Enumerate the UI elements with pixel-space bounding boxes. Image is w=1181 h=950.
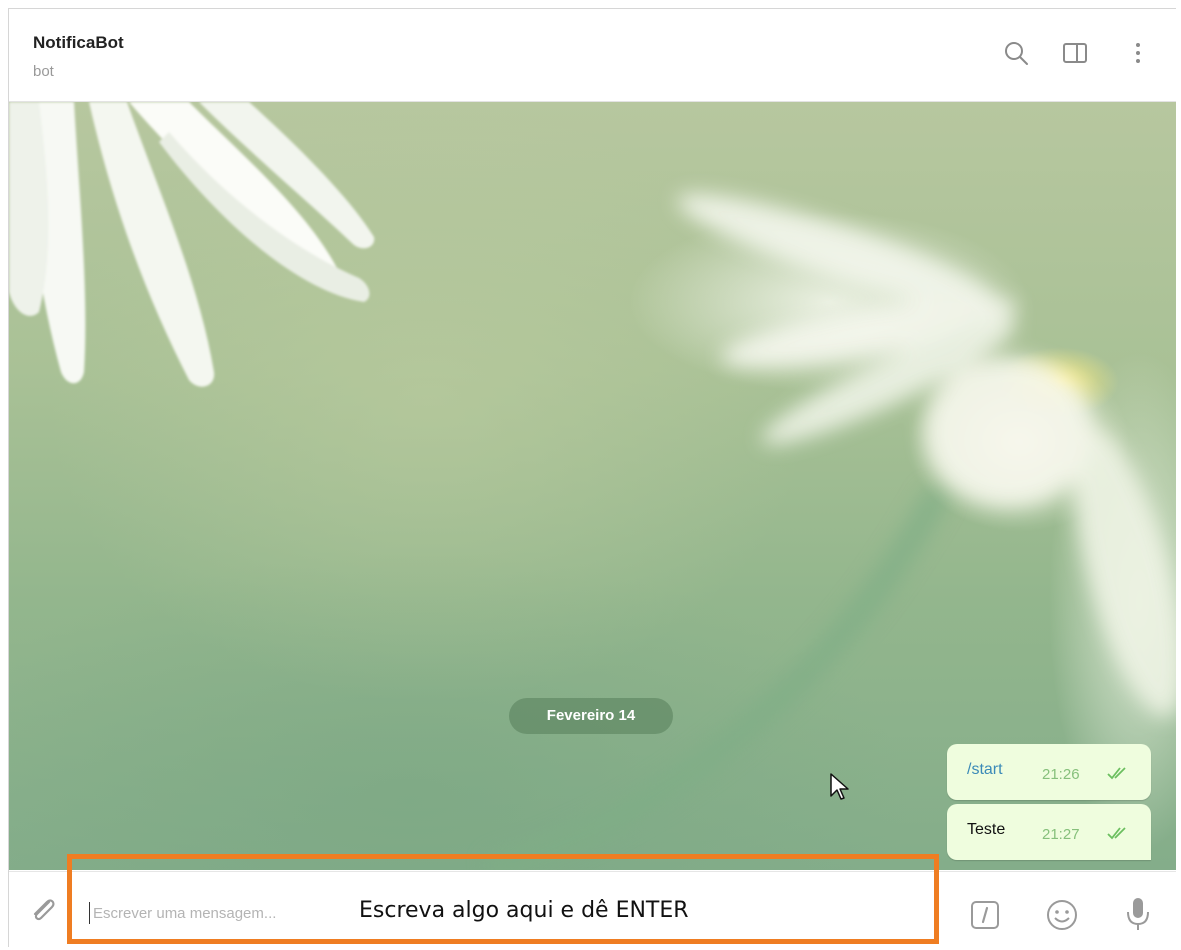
chat-title[interactable]: NotificaBot (33, 33, 124, 53)
message-time: 21:26 (1042, 766, 1080, 783)
paperclip-icon[interactable] (27, 894, 59, 926)
message-text: Teste (967, 821, 1006, 838)
command-link[interactable]: /start (967, 761, 1003, 779)
telegram-window: NotificaBot bot Fevereiro 14 /start 21:2… (8, 8, 1176, 947)
search-icon[interactable] (1002, 39, 1030, 67)
microphone-icon[interactable] (1125, 896, 1151, 932)
sidebar-toggle-icon[interactable] (1061, 39, 1089, 67)
message-time: 21:27 (1042, 826, 1080, 843)
emoji-icon[interactable] (1045, 898, 1079, 932)
highlight-box (67, 854, 939, 944)
double-check-icon (1107, 827, 1126, 840)
double-check-icon (1107, 767, 1126, 780)
chat-header: NotificaBot bot (9, 9, 1176, 102)
outgoing-message[interactable]: Teste 21:27 (947, 804, 1151, 860)
mouse-pointer-icon (830, 773, 849, 800)
chat-background: Fevereiro 14 /start 21:26 Teste 21:27 (9, 102, 1176, 870)
outgoing-message[interactable]: /start 21:26 (947, 744, 1151, 800)
slash-command-icon[interactable] (970, 900, 1000, 930)
chat-status: bot (33, 63, 54, 80)
date-separator: Fevereiro 14 (509, 698, 673, 734)
message-composer: Escreva algo aqui e dê ENTER (9, 854, 1176, 947)
more-vertical-icon[interactable] (1124, 39, 1152, 67)
